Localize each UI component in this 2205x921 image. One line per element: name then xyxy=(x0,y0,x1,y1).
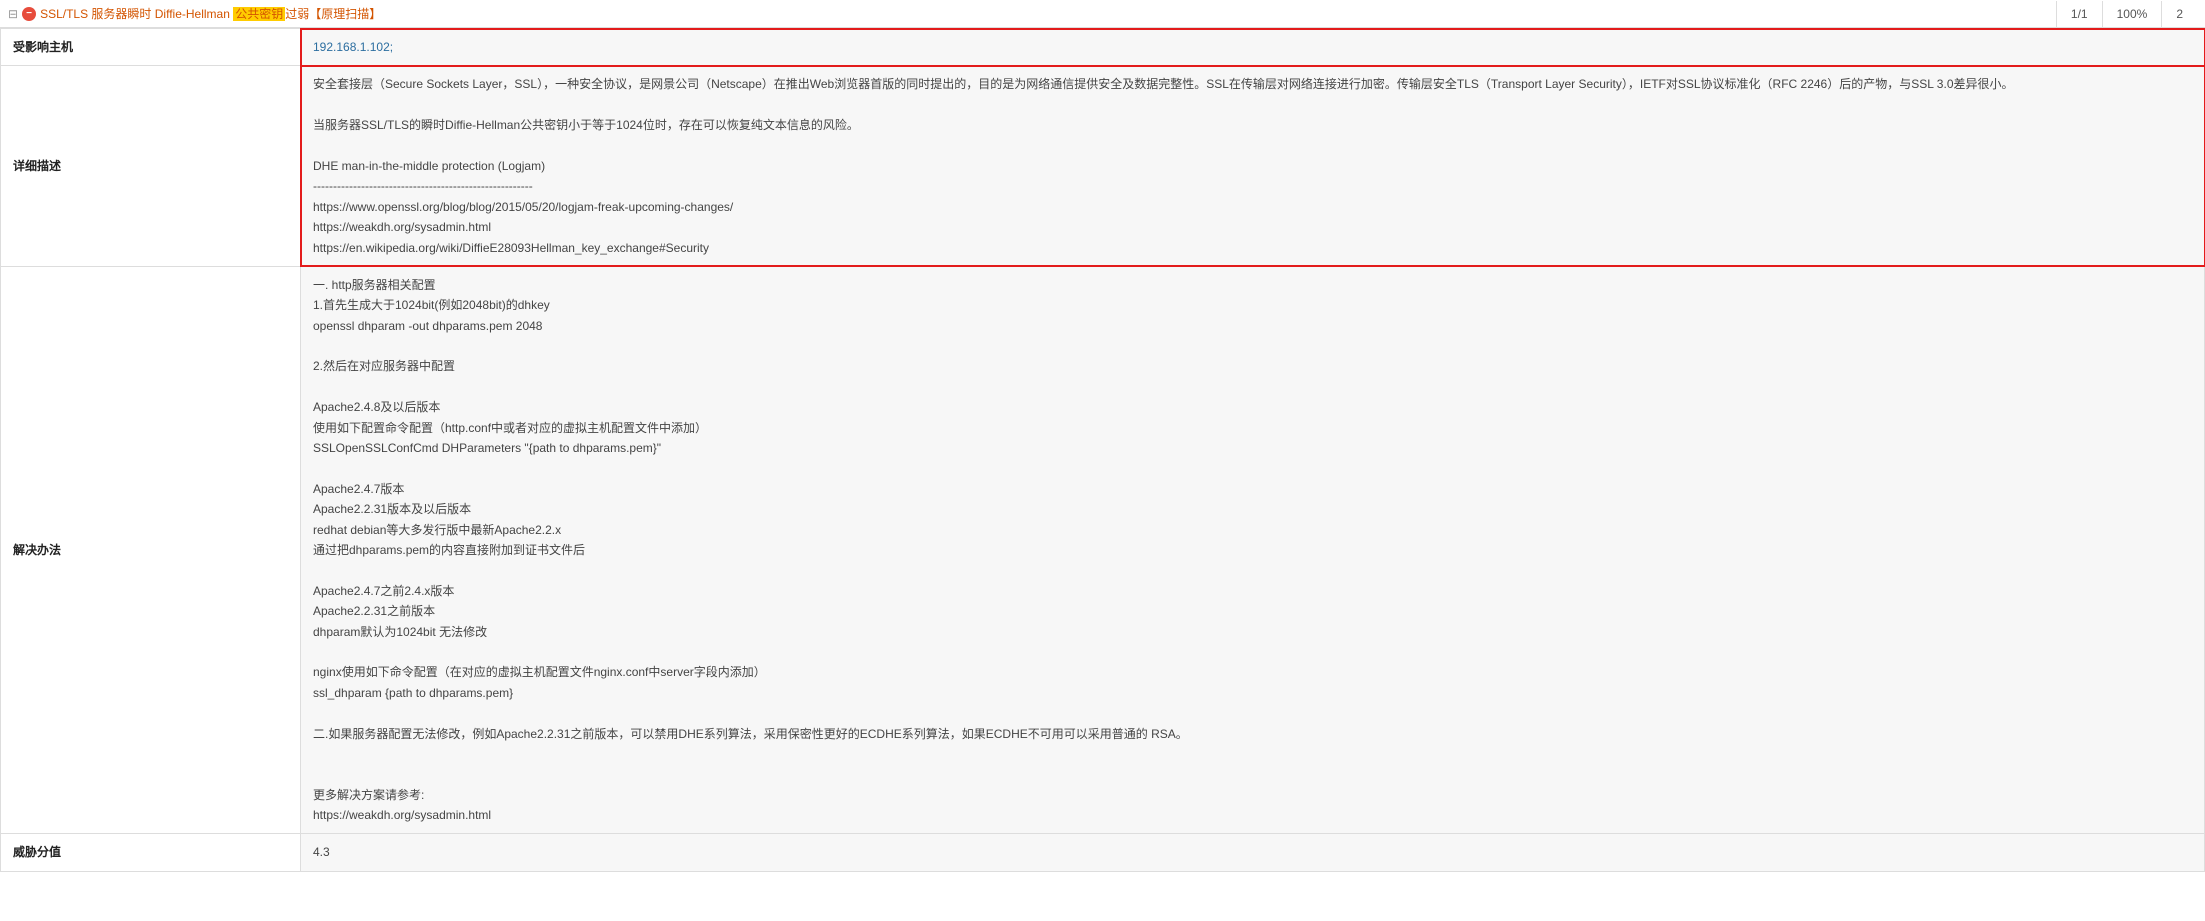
detail-table: 受影响主机 192.168.1.102; 详细描述 安全套接层（Secure S… xyxy=(0,28,2205,872)
collapse-icon[interactable]: ⊟ xyxy=(8,7,18,21)
label-description: 详细描述 xyxy=(1,66,301,267)
value-threat: 4.3 xyxy=(301,834,2205,871)
count-cell: 2 xyxy=(2161,1,2197,27)
label-solution: 解决办法 xyxy=(1,266,301,834)
value-description: 安全套接层（Secure Sockets Layer，SSL），一种安全协议，是… xyxy=(301,66,2205,267)
row-description: 详细描述 安全套接层（Secure Sockets Layer，SSL），一种安… xyxy=(1,66,2205,267)
row-affected-host: 受影响主机 192.168.1.102; xyxy=(1,29,2205,66)
severity-icon: − xyxy=(22,7,36,21)
title-highlight: 公共密钥 xyxy=(233,7,285,21)
vuln-header: ⊟ − SSL/TLS 服务器瞬时 Diffie-Hellman 公共密钥过弱【… xyxy=(0,0,2205,28)
value-affected-host: 192.168.1.102; xyxy=(301,29,2205,66)
label-threat: 威胁分值 xyxy=(1,834,301,871)
host-link[interactable]: 192.168.1.102; xyxy=(313,40,393,54)
row-solution: 解决办法 一. http服务器相关配置 1.首先生成大于1024bit(例如20… xyxy=(1,266,2205,834)
value-solution: 一. http服务器相关配置 1.首先生成大于1024bit(例如2048bit… xyxy=(301,266,2205,834)
title-prefix: SSL/TLS 服务器瞬时 Diffie-Hellman xyxy=(40,7,233,21)
header-right: 1/1 100% 2 xyxy=(2056,1,2197,27)
title-suffix: 过弱【原理扫描】 xyxy=(285,7,381,21)
label-affected-host: 受影响主机 xyxy=(1,29,301,66)
vuln-title[interactable]: SSL/TLS 服务器瞬时 Diffie-Hellman 公共密钥过弱【原理扫描… xyxy=(40,5,381,22)
title-area: ⊟ − SSL/TLS 服务器瞬时 Diffie-Hellman 公共密钥过弱【… xyxy=(8,5,381,22)
percent-cell: 100% xyxy=(2102,1,2162,27)
counter-cell: 1/1 xyxy=(2056,1,2102,27)
row-threat: 威胁分值 4.3 xyxy=(1,834,2205,871)
